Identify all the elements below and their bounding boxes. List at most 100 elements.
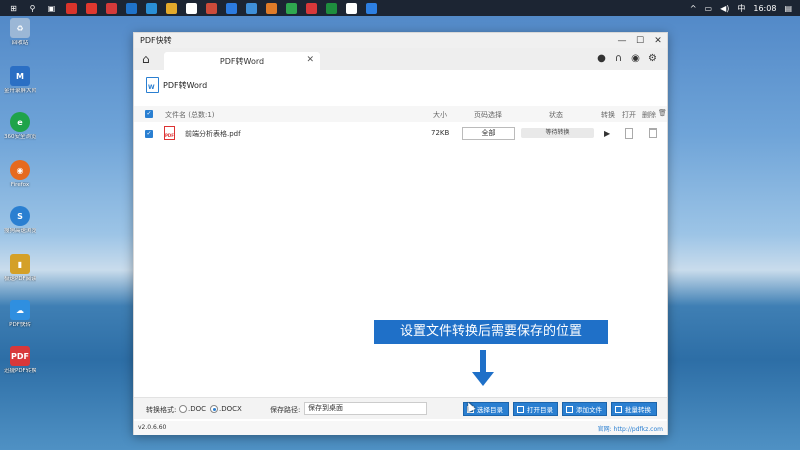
task-view-icon[interactable]: ▣ xyxy=(46,3,57,14)
open-folder-button[interactable]: 打开目录 xyxy=(513,402,558,416)
user-icon[interactable]: ◉ xyxy=(629,53,642,65)
header-size: 大小 xyxy=(433,111,447,119)
header-open: 打开 xyxy=(622,111,636,119)
taskbar-app-icon[interactable] xyxy=(286,2,297,14)
word-doc-icon-letter: W xyxy=(148,84,155,91)
firefox-icon: ◉ xyxy=(10,160,30,180)
bottom-toolbar: 转换格式: .DOC .DOCX 保存路径: 保存到桌面 选择目录 打开目录 添… xyxy=(134,397,667,419)
radio-docx-label[interactable]: .DOCX xyxy=(219,405,242,413)
tab-bar: ⌂ PDF转Word ✕ ● ∩ ◉ ⚙ xyxy=(134,48,667,70)
taskbar-app-icon[interactable] xyxy=(246,2,257,14)
tab-pdf-to-word[interactable]: PDF转Word ✕ xyxy=(164,52,320,70)
taskbar-app-icon[interactable] xyxy=(146,2,157,14)
maximize-button[interactable]: ☐ xyxy=(631,33,649,48)
desktop-icon-browser[interactable]: e360安全浏览器 xyxy=(4,112,36,141)
desktop-icon-pdf-converter[interactable]: PDF迅捷PDF转换器 xyxy=(4,346,36,375)
add-file-button[interactable]: 添加文件 xyxy=(562,402,607,416)
taskbar-app-icon[interactable] xyxy=(366,2,377,14)
file-table-header: ✓ 文件名 (总数:1) 大小 页码选择 状态 转换 打开 删除 🗑 xyxy=(134,106,667,122)
network-icon[interactable]: ▭ xyxy=(705,4,713,13)
notification-icon[interactable]: ▤ xyxy=(784,4,792,13)
tutorial-callout: 设置文件转换后需要保存的位置 xyxy=(374,320,608,344)
footer: v2.0.6.60 官网: http://pdfkz.com xyxy=(134,421,667,435)
table-row: ✓ PDF 前端分析表格.pdf 72KB 全部 等待转换 ▶ xyxy=(134,124,667,144)
taskbar-app-icon[interactable] xyxy=(186,2,197,14)
app-window: PDF快转 — ☐ ✕ ⌂ PDF转Word ✕ ● ∩ ◉ ⚙ W PDF转W… xyxy=(133,32,668,435)
window-title: PDF快转 xyxy=(140,36,172,45)
taskbar-app-icon[interactable] xyxy=(86,2,97,14)
desktop-icon-recycle-bin[interactable]: ♻ 回收站 xyxy=(4,18,36,47)
pdf-file-icon: PDF xyxy=(164,126,175,140)
taskbar-app-icon[interactable] xyxy=(126,2,137,14)
tab-close-icon[interactable]: ✕ xyxy=(306,55,314,65)
radio-doc-label[interactable]: .DOC xyxy=(188,405,206,413)
add-icon xyxy=(566,406,573,413)
status-bar: 等待转换 xyxy=(521,128,594,138)
convert-play-icon[interactable]: ▶ xyxy=(604,129,610,138)
windows-start-icon[interactable]: ⊞ xyxy=(8,3,19,14)
save-path-input[interactable]: 保存到桌面 xyxy=(304,402,427,415)
desktop-icon-pdf-reader[interactable]: ▮ 极速PDF阅读 xyxy=(4,254,36,283)
tab-label: PDF转Word xyxy=(219,57,265,66)
section-title: PDF转Word xyxy=(163,80,208,90)
open-file-icon[interactable] xyxy=(625,128,633,139)
taskbar: ⊞ ⚲ ▣ ^ ▭ ◀) 中 16:08 ▤ xyxy=(0,0,800,16)
batch-convert-button[interactable]: 批量转换 xyxy=(611,402,657,416)
save-path-label: 保存路径: xyxy=(270,406,301,414)
callout-arrow-head xyxy=(472,372,494,386)
desktop-icon-pdf-kz[interactable]: ☁ PDF快转 xyxy=(4,300,36,329)
trash-all-icon[interactable]: 🗑 xyxy=(658,109,667,117)
radio-doc[interactable] xyxy=(179,405,187,413)
taskbar-app-icon[interactable] xyxy=(326,2,337,14)
file-size: 72KB xyxy=(431,129,450,137)
row-checkbox[interactable]: ✓ xyxy=(145,130,153,138)
file-name: 前端分析表格.pdf xyxy=(185,130,241,138)
pdf-converter-icon: PDF xyxy=(10,346,30,366)
radio-docx[interactable] xyxy=(210,405,218,413)
close-button[interactable]: ✕ xyxy=(649,33,667,48)
delete-icon[interactable] xyxy=(649,128,657,138)
taskbar-app-icon[interactable] xyxy=(66,2,77,14)
window-controls: — ☐ ✕ xyxy=(613,33,667,48)
header-delete: 删除 xyxy=(642,111,656,119)
browser-icon: e xyxy=(10,112,30,132)
taskbar-app-icon[interactable] xyxy=(266,2,277,14)
headset-icon[interactable]: ∩ xyxy=(612,53,625,65)
desktop-icon-firefox[interactable]: ◉ Firefox xyxy=(4,160,36,189)
section-header: W PDF转Word xyxy=(146,77,207,93)
clock[interactable]: 16:08 xyxy=(753,4,776,13)
desktop-icon-recorder[interactable]: M 金舟录屏大师 xyxy=(4,66,36,95)
header-icons: ● ∩ ◉ ⚙ xyxy=(591,53,659,65)
taskbar-app-icon[interactable] xyxy=(306,2,317,14)
title-bar[interactable]: PDF快转 xyxy=(134,33,667,48)
chat-icon[interactable]: ● xyxy=(595,53,608,65)
cloud-pdf-icon: ☁ xyxy=(10,300,30,320)
search-icon[interactable]: ⚲ xyxy=(27,3,38,14)
taskbar-app-icon[interactable] xyxy=(106,2,117,14)
desktop-icon-sogou[interactable]: S搜狗高速浏览器 xyxy=(4,206,36,235)
word-doc-icon: W xyxy=(146,77,159,93)
taskbar-app-icon[interactable] xyxy=(346,2,357,14)
pdf-reader-icon: ▮ xyxy=(10,254,30,274)
page-range-input[interactable]: 全部 xyxy=(462,127,515,140)
input-method[interactable]: 中 xyxy=(737,3,745,14)
home-icon[interactable]: ⌂ xyxy=(142,52,150,66)
tray-arrow-icon[interactable]: ^ xyxy=(690,4,697,13)
taskbar-app-icon[interactable] xyxy=(206,2,217,14)
system-tray: ^ ▭ ◀) 中 16:08 ▤ xyxy=(690,0,800,16)
format-label: 转换格式: xyxy=(146,406,177,414)
recorder-icon: M xyxy=(10,66,30,86)
sogou-icon: S xyxy=(10,206,30,226)
taskbar-app-icon[interactable] xyxy=(166,2,177,14)
gear-icon[interactable]: ⚙ xyxy=(646,53,659,65)
taskbar-app-icon[interactable] xyxy=(226,2,237,14)
header-filename: 文件名 (总数:1) xyxy=(165,111,215,119)
header-pages: 页码选择 xyxy=(474,111,502,119)
version-text: v2.0.6.60 xyxy=(138,424,167,431)
website-link[interactable]: 官网: http://pdfkz.com xyxy=(598,424,663,433)
recycle-bin-icon: ♻ xyxy=(10,18,30,38)
header-status: 状态 xyxy=(549,111,563,119)
volume-icon[interactable]: ◀) xyxy=(720,4,729,13)
select-all-checkbox[interactable]: ✓ xyxy=(145,110,153,118)
minimize-button[interactable]: — xyxy=(613,33,631,48)
